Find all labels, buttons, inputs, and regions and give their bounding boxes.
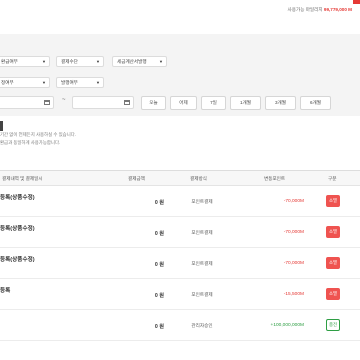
period-today-button[interactable]: 오늘 — [141, 96, 166, 110]
row-amount: 0 원 — [154, 200, 164, 206]
header-type: 구분 — [328, 176, 337, 181]
table-row[interactable]: 등록(상품수정) 0 원 포인트결제 -70,000M 소멸 — [0, 248, 360, 279]
start-date-input[interactable] — [0, 96, 54, 109]
chevron-down-icon: ▼ — [42, 80, 46, 85]
status-badge: 소멸 — [326, 288, 340, 300]
row-method: 포인트결제 — [191, 230, 213, 235]
chevron-down-icon: ▼ — [159, 59, 163, 64]
available-mileage-value: 99,779,000 M — [323, 7, 352, 12]
period-6months-button[interactable]: 6개월 — [300, 96, 331, 110]
issue-status-select-label: 발행여부 — [61, 80, 78, 85]
notice-line-2: 환급과 동일하게 사용가능합니다. — [0, 140, 61, 145]
refund-select-label: 환급여부 — [1, 59, 18, 64]
status-badge: 소멸 — [326, 257, 340, 269]
row-method: 포인트결제 — [191, 199, 213, 204]
table-row[interactable]: 등록(상품수정) 0 원 포인트결제 -70,000M 소멸 — [0, 217, 360, 248]
header-amount: 결제금액 — [128, 176, 145, 181]
row-name: 등록(상품수정) — [0, 257, 35, 263]
period-yesterday-button[interactable]: 어제 — [170, 96, 197, 110]
row-amount: 0 원 — [154, 293, 164, 299]
tax-invoice-select[interactable]: 세금계산서발행 ▼ — [112, 56, 167, 67]
period-3months-button[interactable]: 3개월 — [265, 96, 296, 110]
row-amount: 0 원 — [154, 324, 164, 330]
row-points: -15,500M — [283, 292, 304, 297]
row-name: 등록 — [0, 288, 11, 294]
top-bar: 사용가능 마일리지 99,779,000 M — [0, 0, 360, 22]
table-row[interactable]: 0 원 관리자승인 +100,000,000M 충전 — [0, 310, 360, 341]
row-method: 포인트결제 — [191, 261, 213, 266]
notice-line-1: 기간 없이 언제든지 사용하실 수 있습니다. — [0, 132, 76, 137]
row-name: 등록(상품수정) — [0, 195, 35, 201]
issue-status-select[interactable]: 발행여부 ▼ — [56, 77, 104, 88]
header-points: 변동포인트 — [264, 176, 286, 181]
row-points: -70,000M — [283, 261, 304, 266]
row-name: 등록(상품수정) — [0, 226, 35, 232]
search-button-edge[interactable] — [0, 121, 3, 131]
row-amount: 0 원 — [154, 262, 164, 268]
period-1month-button[interactable]: 1개월 — [230, 96, 261, 110]
end-date-input[interactable] — [72, 96, 134, 109]
row-points: -70,000M — [283, 230, 304, 235]
table-row[interactable]: 등록(상품수정) 0 원 포인트결제 -70,000M 소멸 — [0, 186, 360, 217]
available-mileage-label: 사용가능 마일리지 — [287, 7, 323, 12]
status-badge: 소멸 — [326, 226, 340, 238]
top-accent-mark — [353, 0, 360, 4]
calendar-icon[interactable] — [44, 100, 50, 105]
chevron-down-icon: ▼ — [96, 80, 100, 85]
table-row[interactable]: 등록 0 원 포인트결제 -15,500M 소멸 — [0, 279, 360, 310]
table-header: 결제내역 및 결제일시 결제금액 결제방식 변동포인트 구분 — [0, 170, 360, 186]
header-method: 결제방식 — [190, 176, 207, 181]
payment-method-select[interactable]: 결제수단 ▼ — [56, 56, 104, 67]
calendar-icon[interactable] — [124, 100, 130, 105]
tax-invoice-select-label: 세금계산서발행 — [117, 59, 147, 64]
row-method: 포인트결제 — [191, 292, 213, 297]
available-mileage: 사용가능 마일리지 99,779,000 M — [288, 7, 352, 13]
chevron-down-icon: ▼ — [96, 59, 100, 64]
status-badge: 충전 — [326, 319, 340, 331]
status-badge: 소멸 — [326, 195, 340, 207]
header-detail: 결제내역 및 결제일시 — [2, 176, 43, 181]
date-separator: ~ — [62, 97, 66, 103]
refund-select[interactable]: 환급여부 ▼ — [0, 56, 50, 67]
payment-method-select-label: 결제수단 — [61, 59, 78, 64]
row-points: -70,000M — [283, 199, 304, 204]
row-amount: 0 원 — [154, 231, 164, 237]
chevron-down-icon: ▼ — [42, 59, 46, 64]
row-method: 관리자승인 — [191, 323, 213, 328]
settlement-select[interactable]: 정여부 ▼ — [0, 77, 50, 88]
row-points: +100,000,000M — [270, 323, 304, 328]
notice-text: 기간 없이 언제든지 사용하실 수 있습니다. 환급과 동일하게 사용가능합니다… — [0, 131, 76, 147]
settlement-select-label: 정여부 — [1, 80, 14, 85]
period-7days-button[interactable]: 7일 — [201, 96, 226, 110]
